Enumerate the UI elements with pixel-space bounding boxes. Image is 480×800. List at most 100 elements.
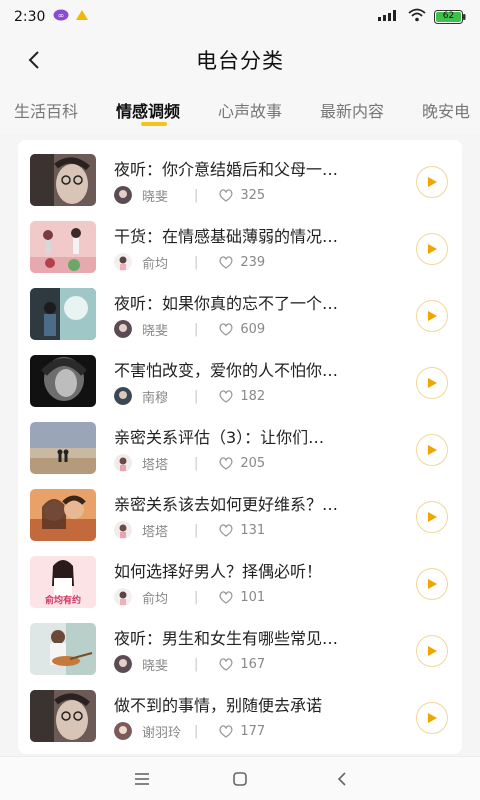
play-count-value: 609 xyxy=(240,321,266,337)
author-avatar xyxy=(114,655,132,673)
program-title: 夜听：你介意结婚后和父母一… xyxy=(114,160,339,179)
play-count-value: 167 xyxy=(240,656,266,672)
play-button[interactable] xyxy=(416,166,448,198)
status-time: 2:30 xyxy=(14,9,46,25)
play-icon xyxy=(428,177,437,187)
author-name: 俞均 xyxy=(142,591,169,607)
program-thumbnail xyxy=(30,355,96,407)
signal-icon xyxy=(378,9,400,25)
meta-divider: | xyxy=(194,522,199,538)
play-count: 325 xyxy=(218,188,265,203)
play-button[interactable] xyxy=(416,300,448,332)
list-item[interactable]: 夜听：如果你真的忘不了一个… 晓斐 | 609 xyxy=(18,288,462,354)
author-name: 俞均 xyxy=(142,256,169,272)
author-avatar xyxy=(114,588,132,606)
program-thumbnail xyxy=(30,288,96,340)
author-name: 南穆 xyxy=(142,390,169,406)
list-item[interactable]: 夜听：你介意结婚后和父母一… 晓斐 | 325 xyxy=(18,154,462,220)
play-icon xyxy=(428,512,437,522)
play-count: 205 xyxy=(218,456,265,471)
list-item[interactable]: 干货：在情感基础薄弱的情况… 俞均 | 239 xyxy=(18,221,462,287)
home-icon xyxy=(233,772,247,786)
meta-divider: | xyxy=(194,455,199,471)
battery-level: 62 xyxy=(442,11,455,21)
tab-stories[interactable]: 心声故事 xyxy=(218,98,282,122)
play-button[interactable] xyxy=(416,501,448,533)
author-name: 塔塔 xyxy=(142,457,169,473)
play-count: 167 xyxy=(218,657,265,672)
play-icon xyxy=(428,244,437,254)
play-count: 239 xyxy=(218,255,265,270)
author-name: 晓斐 xyxy=(142,658,169,674)
nav-back-button[interactable] xyxy=(330,767,354,791)
author-avatar xyxy=(114,253,132,271)
meta-divider: | xyxy=(194,321,199,337)
menu-button[interactable] xyxy=(130,767,154,791)
play-icon xyxy=(428,579,437,589)
play-button[interactable] xyxy=(416,434,448,466)
header-bar: 电台分类 xyxy=(0,34,480,86)
category-tabs: 生活百科 情感调频 心声故事 最新内容 晚安电 xyxy=(0,86,480,134)
play-count: 131 xyxy=(218,523,265,538)
heat-icon xyxy=(219,725,233,738)
program-thumbnail xyxy=(30,489,96,541)
play-button[interactable] xyxy=(416,635,448,667)
heat-icon xyxy=(219,457,233,470)
heat-icon xyxy=(219,390,233,403)
heat-icon xyxy=(219,524,233,537)
play-count-value: 182 xyxy=(240,388,266,404)
page-title: 电台分类 xyxy=(196,49,284,73)
program-title: 亲密关系该去如何更好维系？… xyxy=(114,495,339,514)
program-title: 如何选择好男人？择偶必听！ xyxy=(114,562,323,581)
list-item[interactable]: 亲密关系该去如何更好维系？… 塔塔 | 131 xyxy=(18,489,462,555)
program-thumbnail: 俞均有约 xyxy=(30,556,96,608)
play-icon xyxy=(428,311,437,321)
play-count-value: 177 xyxy=(240,723,266,739)
program-thumbnail xyxy=(30,623,96,675)
list-item[interactable]: 夜听：男生和女生有哪些常见… 晓斐 | 167 xyxy=(18,623,462,689)
list-item[interactable]: 俞均有约 如何选择好男人？择偶必听！ 俞均 | 101 xyxy=(18,556,462,622)
meta-divider: | xyxy=(194,723,199,739)
author-avatar xyxy=(114,454,132,472)
home-button[interactable] xyxy=(228,767,252,791)
tab-lifestyle[interactable]: 生活百科 xyxy=(14,98,78,122)
link-app-icon: ∞ xyxy=(53,9,69,25)
list-item[interactable]: 亲密关系评估（3）：让你们… 塔塔 | 205 xyxy=(18,422,462,488)
play-button[interactable] xyxy=(416,568,448,600)
meta-divider: | xyxy=(194,187,199,203)
nav-back-icon xyxy=(337,772,346,786)
program-list: 夜听：你介意结婚后和父母一… 晓斐 | 325 干货：在情感基础薄弱的情况… 俞… xyxy=(18,140,462,754)
play-count: 182 xyxy=(218,389,265,404)
play-count: 101 xyxy=(218,590,265,605)
author-name: 塔塔 xyxy=(142,524,169,540)
tab-goodnight[interactable]: 晚安电 xyxy=(422,98,470,122)
heat-icon xyxy=(219,323,233,336)
list-item[interactable]: 做不到的事情，别随便去承诺 谢羽玲 | 177 xyxy=(18,690,462,756)
play-button[interactable] xyxy=(416,702,448,734)
author-name: 谢羽玲 xyxy=(142,725,182,741)
meta-divider: | xyxy=(194,656,199,672)
author-avatar xyxy=(114,186,132,204)
tab-latest[interactable]: 最新内容 xyxy=(320,98,384,122)
play-count-value: 205 xyxy=(240,455,266,471)
program-title: 干货：在情感基础薄弱的情况… xyxy=(114,227,339,246)
list-item[interactable]: 不害怕改变，爱你的人不怕你… 南穆 | 182 xyxy=(18,355,462,421)
play-icon xyxy=(428,445,437,455)
play-button[interactable] xyxy=(416,233,448,265)
author-avatar xyxy=(114,722,132,740)
program-title: 做不到的事情，别随便去承诺 xyxy=(114,696,323,715)
program-thumbnail xyxy=(30,221,96,273)
author-avatar xyxy=(114,320,132,338)
play-button[interactable] xyxy=(416,367,448,399)
svg-text:∞: ∞ xyxy=(58,11,65,20)
author-avatar xyxy=(114,387,132,405)
meta-divider: | xyxy=(194,254,199,270)
program-thumbnail xyxy=(30,690,96,742)
program-title: 亲密关系评估（3）：让你们… xyxy=(114,428,325,447)
back-button[interactable] xyxy=(18,44,50,76)
meta-divider: | xyxy=(194,589,199,605)
tab-emotion[interactable]: 情感调频 xyxy=(116,98,180,122)
play-count: 609 xyxy=(218,322,265,337)
play-icon xyxy=(428,713,437,723)
wifi-icon xyxy=(408,8,426,26)
